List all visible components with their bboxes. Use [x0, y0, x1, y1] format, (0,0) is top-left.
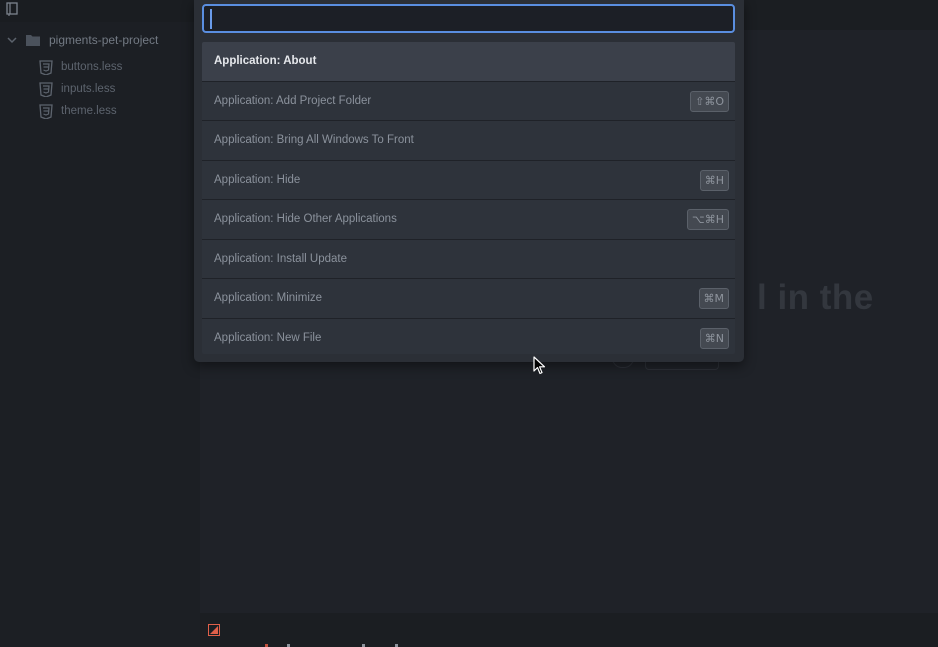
sidebar-header [0, 0, 200, 22]
command-label: Application: Bring All Windows To Front [214, 134, 414, 147]
project-name: pigments-pet-project [49, 33, 159, 47]
chevron-down-icon[interactable] [6, 34, 18, 46]
command-item[interactable]: Application: Minimize ⌘M [202, 279, 735, 319]
command-item[interactable]: Application: About [202, 42, 735, 82]
welcome-heading-fragment: l in the [757, 278, 874, 317]
command-label: Application: New File [214, 331, 322, 344]
keybinding-badge: ⌘N [699, 327, 729, 349]
keybinding-badge: ⇧⌘O [690, 90, 729, 112]
tree-project-root[interactable]: pigments-pet-project [0, 30, 200, 50]
command-item[interactable]: Application: Bring All Windows To Front [202, 121, 735, 161]
css3-icon [39, 81, 53, 97]
file-label: buttons.less [61, 61, 123, 73]
command-item[interactable]: Application: Install Update [202, 239, 735, 279]
command-label: Application: Minimize [214, 292, 323, 305]
command-label: Application: Install Update [214, 252, 347, 265]
status-bar [200, 613, 938, 647]
tree-view: pigments-pet-project buttons.less inputs… [0, 0, 200, 647]
command-label: Application: Add Project Folder [214, 94, 372, 107]
command-label: Application: About [214, 55, 317, 68]
mouse-pointer-icon [533, 356, 546, 375]
file-label: theme.less [61, 105, 117, 117]
keybinding-badge: ⌘M [698, 288, 729, 309]
command-list[interactable]: Application: About Application: Add Proj… [202, 42, 735, 354]
command-item[interactable]: Application: Hide ⌘H [202, 160, 735, 200]
command-item[interactable]: Application: Add Project Folder ⇧⌘O [202, 81, 735, 121]
status-indicators [265, 644, 398, 647]
book-icon[interactable] [5, 2, 19, 16]
command-label: Application: Hide [214, 173, 301, 186]
folder-icon [26, 35, 40, 46]
keybinding-badge: ⌘H [699, 169, 729, 191]
file-label: inputs.less [61, 83, 116, 95]
command-palette: Application: About Application: Add Proj… [194, 0, 744, 362]
tree-file-item[interactable]: theme.less [38, 102, 117, 120]
file-status-icon[interactable] [208, 624, 220, 636]
command-label: Application: Hide Other Applications [214, 213, 397, 226]
command-item[interactable]: Application: Hide Other Applications ⌥⌘H [202, 200, 735, 240]
css3-icon [39, 59, 53, 75]
keybinding-badge: ⌥⌘H [687, 209, 729, 230]
tree-file-item[interactable]: buttons.less [38, 58, 122, 76]
atom-window: pigments-pet-project buttons.less inputs… [0, 0, 938, 647]
css3-icon [39, 103, 53, 119]
tree-file-item[interactable]: inputs.less [38, 80, 115, 98]
text-caret [210, 9, 212, 29]
command-item[interactable]: Application: New File ⌘N [202, 318, 735, 354]
command-palette-search-input[interactable] [202, 4, 735, 33]
